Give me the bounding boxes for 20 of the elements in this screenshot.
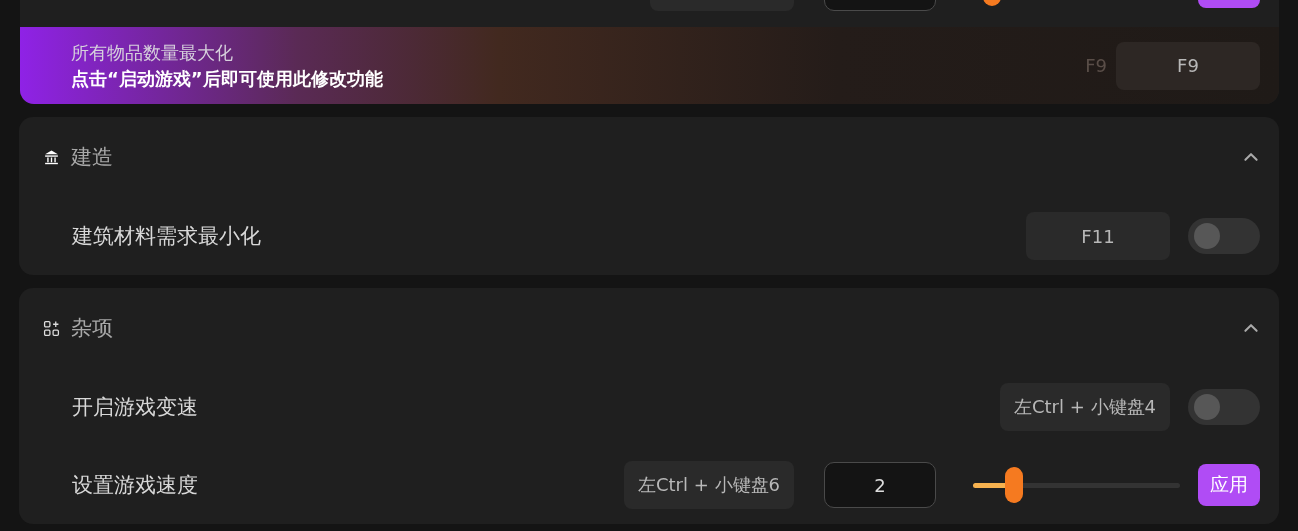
option-label: 开启游戏变速 <box>72 394 199 421</box>
option-label: 建筑材料需求最小化 <box>72 223 262 250</box>
slider-track[interactable] <box>973 467 1180 503</box>
slider-thumb[interactable] <box>1005 467 1024 503</box>
option-label: 设置游戏速度 <box>72 472 199 499</box>
hotkey-button[interactable]: 左Ctrl + 小键盘4 <box>1000 383 1170 431</box>
toggle-switch[interactable] <box>1188 218 1260 254</box>
grid-icon <box>43 319 60 337</box>
section-title: 杂项 <box>71 315 114 342</box>
input-field[interactable]: 2 <box>824 462 936 508</box>
hotkey-button[interactable]: 左Ctrl + 小键盘6 <box>624 461 794 509</box>
toggle-switch[interactable] <box>1188 389 1260 425</box>
apply-button[interactable]: 应用 <box>1198 464 1260 506</box>
banner-title: 所有物品数量最大化 <box>71 40 234 65</box>
hotkey-label: F9 <box>1085 55 1107 76</box>
hotkey-button[interactable]: F11 <box>1026 212 1170 260</box>
banner-subtitle: 点击“启动游戏”后即可使用此修改功能 <box>71 66 384 91</box>
section-title: 建造 <box>71 144 114 171</box>
hotkey-button[interactable]: F9 <box>1116 41 1260 90</box>
building-icon <box>43 148 60 166</box>
